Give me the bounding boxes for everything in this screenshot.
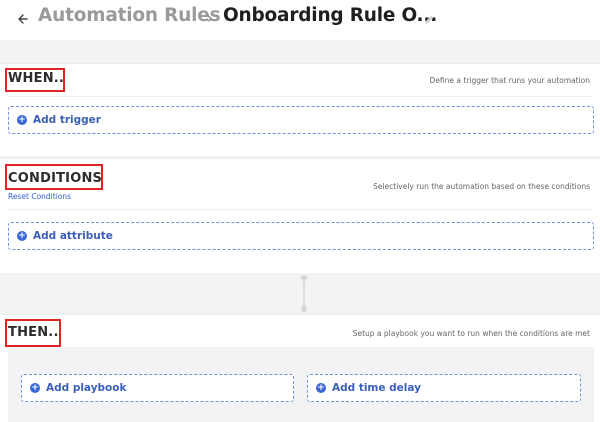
connector-top-dot — [301, 275, 307, 281]
when-divider — [8, 96, 592, 97]
add-time-delay-button[interactable]: + Add time delay — [307, 374, 581, 402]
plus-circle-icon: + — [316, 382, 326, 393]
add-attribute-label: Add attribute — [33, 230, 113, 242]
conditions-divider — [8, 209, 592, 210]
pencil-icon[interactable] — [423, 11, 435, 24]
add-trigger-label: Add trigger — [33, 114, 101, 126]
header-bar: Automation Rules › Onboarding Rule O... — [0, 0, 600, 40]
conditions-section: CONDITIONS Reset Conditions Selectively … — [0, 158, 600, 273]
add-time-delay-label: Add time delay — [332, 382, 421, 394]
when-title-highlight — [5, 68, 65, 92]
add-playbook-label: Add playbook — [46, 382, 127, 394]
when-description: Define a trigger that runs your automati… — [429, 76, 590, 85]
then-description: Setup a playbook you want to run when th… — [352, 329, 590, 338]
add-trigger-button[interactable]: + Add trigger — [8, 106, 594, 134]
reset-conditions-link[interactable]: Reset Conditions — [8, 192, 71, 201]
plus-circle-icon: + — [17, 230, 27, 241]
page-title: Onboarding Rule O... — [223, 5, 438, 26]
conditions-title-highlight — [5, 164, 103, 190]
then-actions-area: + Add playbook + Add time delay — [8, 347, 594, 422]
conditions-description: Selectively run the automation based on … — [373, 182, 590, 191]
plus-circle-icon: + — [17, 114, 27, 125]
then-title-highlight — [5, 319, 61, 347]
breadcrumb-parent-link[interactable]: Automation Rules — [38, 5, 221, 26]
when-section: WHEN.. Define a trigger that runs your a… — [0, 63, 600, 157]
connector-bottom-dot — [301, 306, 307, 312]
plus-circle-icon: + — [30, 382, 40, 393]
then-section: THEN.. Setup a playbook you want to run … — [0, 314, 600, 422]
breadcrumb-separator: › — [207, 9, 213, 27]
arrow-left-icon[interactable] — [14, 10, 32, 28]
add-attribute-button[interactable]: + Add attribute — [8, 222, 594, 250]
add-playbook-button[interactable]: + Add playbook — [21, 374, 294, 402]
